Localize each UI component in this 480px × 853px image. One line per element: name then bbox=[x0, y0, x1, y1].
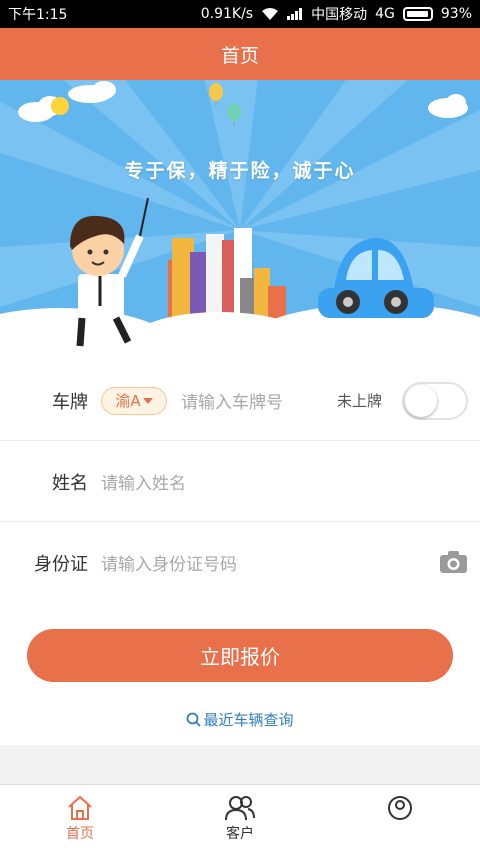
network-speed: 0.91K/s bbox=[200, 6, 254, 22]
id-input[interactable]: 请输入身份证号码 bbox=[101, 550, 237, 575]
battery-level: 93% bbox=[440, 6, 472, 22]
bottom-tab-bar: 首页 客户 bbox=[0, 784, 480, 853]
id-label: 身份证 bbox=[34, 553, 88, 575]
unregistered-label: 未上牌 bbox=[337, 392, 383, 410]
header-bar: 首页 bbox=[0, 28, 480, 80]
tab-home-label: 首页 bbox=[66, 826, 94, 842]
tab-customers-label: 客户 bbox=[226, 826, 254, 842]
name-input[interactable]: 请输入姓名 bbox=[101, 469, 186, 494]
get-quote-button[interactable]: 立即报价 bbox=[27, 629, 453, 682]
name-label: 姓名 bbox=[52, 472, 88, 494]
tab-profile[interactable] bbox=[340, 795, 460, 823]
promo-banner[interactable]: 专于保，精于险，诚于心 bbox=[0, 80, 480, 360]
user-icon bbox=[388, 796, 412, 820]
wifi-icon bbox=[262, 8, 279, 20]
toggle-knob bbox=[405, 384, 437, 417]
banner-illustration bbox=[0, 80, 480, 360]
network-type: 4G bbox=[375, 6, 395, 22]
tab-customers[interactable]: 客户 bbox=[180, 795, 300, 843]
signal-icon bbox=[287, 8, 303, 20]
status-bar: 下午1:15 0.91K/s 中国移动 4G 93% bbox=[0, 0, 480, 28]
province-value: 渝A bbox=[115, 392, 141, 410]
chevron-down-icon bbox=[142, 397, 153, 404]
province-selector[interactable]: 渝A bbox=[101, 386, 167, 415]
page-title: 首页 bbox=[220, 44, 259, 67]
unregistered-toggle[interactable] bbox=[402, 381, 468, 420]
quote-form: 车牌 渝A 请输入车牌号 未上牌 姓名 请输入姓名 身份证 请输入身份证号码 立… bbox=[0, 360, 480, 745]
home-icon bbox=[68, 795, 92, 820]
id-row: 身份证 请输入身份证号码 bbox=[0, 522, 480, 603]
search-icon bbox=[187, 712, 202, 727]
recent-link-label: 最近车辆查询 bbox=[203, 711, 294, 729]
plate-row: 车牌 渝A 请输入车牌号 未上牌 bbox=[0, 360, 480, 441]
banner-slogan: 专于保，精于险，诚于心 bbox=[124, 160, 356, 182]
plate-label: 车牌 bbox=[52, 391, 88, 413]
camera-icon[interactable] bbox=[440, 551, 467, 573]
status-time: 下午1:15 bbox=[8, 7, 68, 23]
plate-input[interactable]: 请输入车牌号 bbox=[181, 388, 283, 413]
name-row: 姓名 请输入姓名 bbox=[0, 441, 480, 522]
carrier-name: 中国移动 bbox=[311, 7, 368, 23]
people-icon bbox=[225, 796, 255, 821]
recent-vehicles-link[interactable]: 最近车辆查询 bbox=[0, 709, 480, 730]
tab-home[interactable]: 首页 bbox=[20, 795, 140, 843]
battery-icon bbox=[402, 7, 433, 21]
